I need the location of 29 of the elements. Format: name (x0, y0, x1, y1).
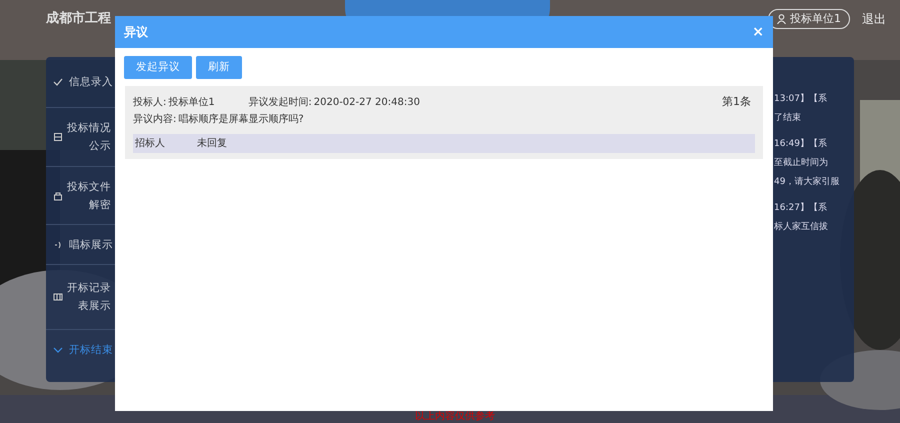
reply-sender: 招标人 (135, 136, 166, 151)
action-button[interactable]: 刷新 (196, 56, 242, 79)
objection-text: 唱标顺序是屏幕显示顺序吗? (178, 112, 304, 126)
close-button[interactable]: × (752, 25, 764, 39)
field-label: 异议发起时间: (248, 96, 312, 110)
item-number: 第1条 (722, 94, 751, 110)
table-icon (53, 292, 63, 302)
message-text: 49，请大家引服 (774, 176, 840, 189)
message-text: 13:07】【系 (774, 92, 828, 106)
message-text: 至截止时间为 (774, 156, 829, 170)
message-text: 16:49】【系 (774, 138, 828, 151)
notice-text: 以上内容仅供参考 (414, 411, 495, 423)
field-value: 投标单位1 (168, 96, 216, 110)
message-text: 了结束 (774, 112, 802, 125)
lock-icon (53, 190, 63, 200)
user-icon (777, 14, 786, 24)
reply-status: 未回复 (197, 136, 227, 151)
chevron-down-icon (53, 345, 63, 355)
document-icon (53, 132, 63, 142)
dialog-title: 异议 (124, 24, 148, 41)
action-button[interactable]: 发起异议 (124, 56, 192, 79)
field-label: 异议内容: (133, 112, 176, 126)
field-value: 2020-02-27 20:48:30 (314, 96, 420, 110)
field-label: 投标人: (133, 96, 166, 110)
site-title: 成都市工程 (46, 10, 111, 28)
logout-link[interactable]: 退出 (862, 10, 886, 28)
message-text: 标人家互信拔 (774, 220, 829, 234)
message-text: 16:27】【系 (774, 202, 828, 215)
check-icon (53, 77, 63, 87)
